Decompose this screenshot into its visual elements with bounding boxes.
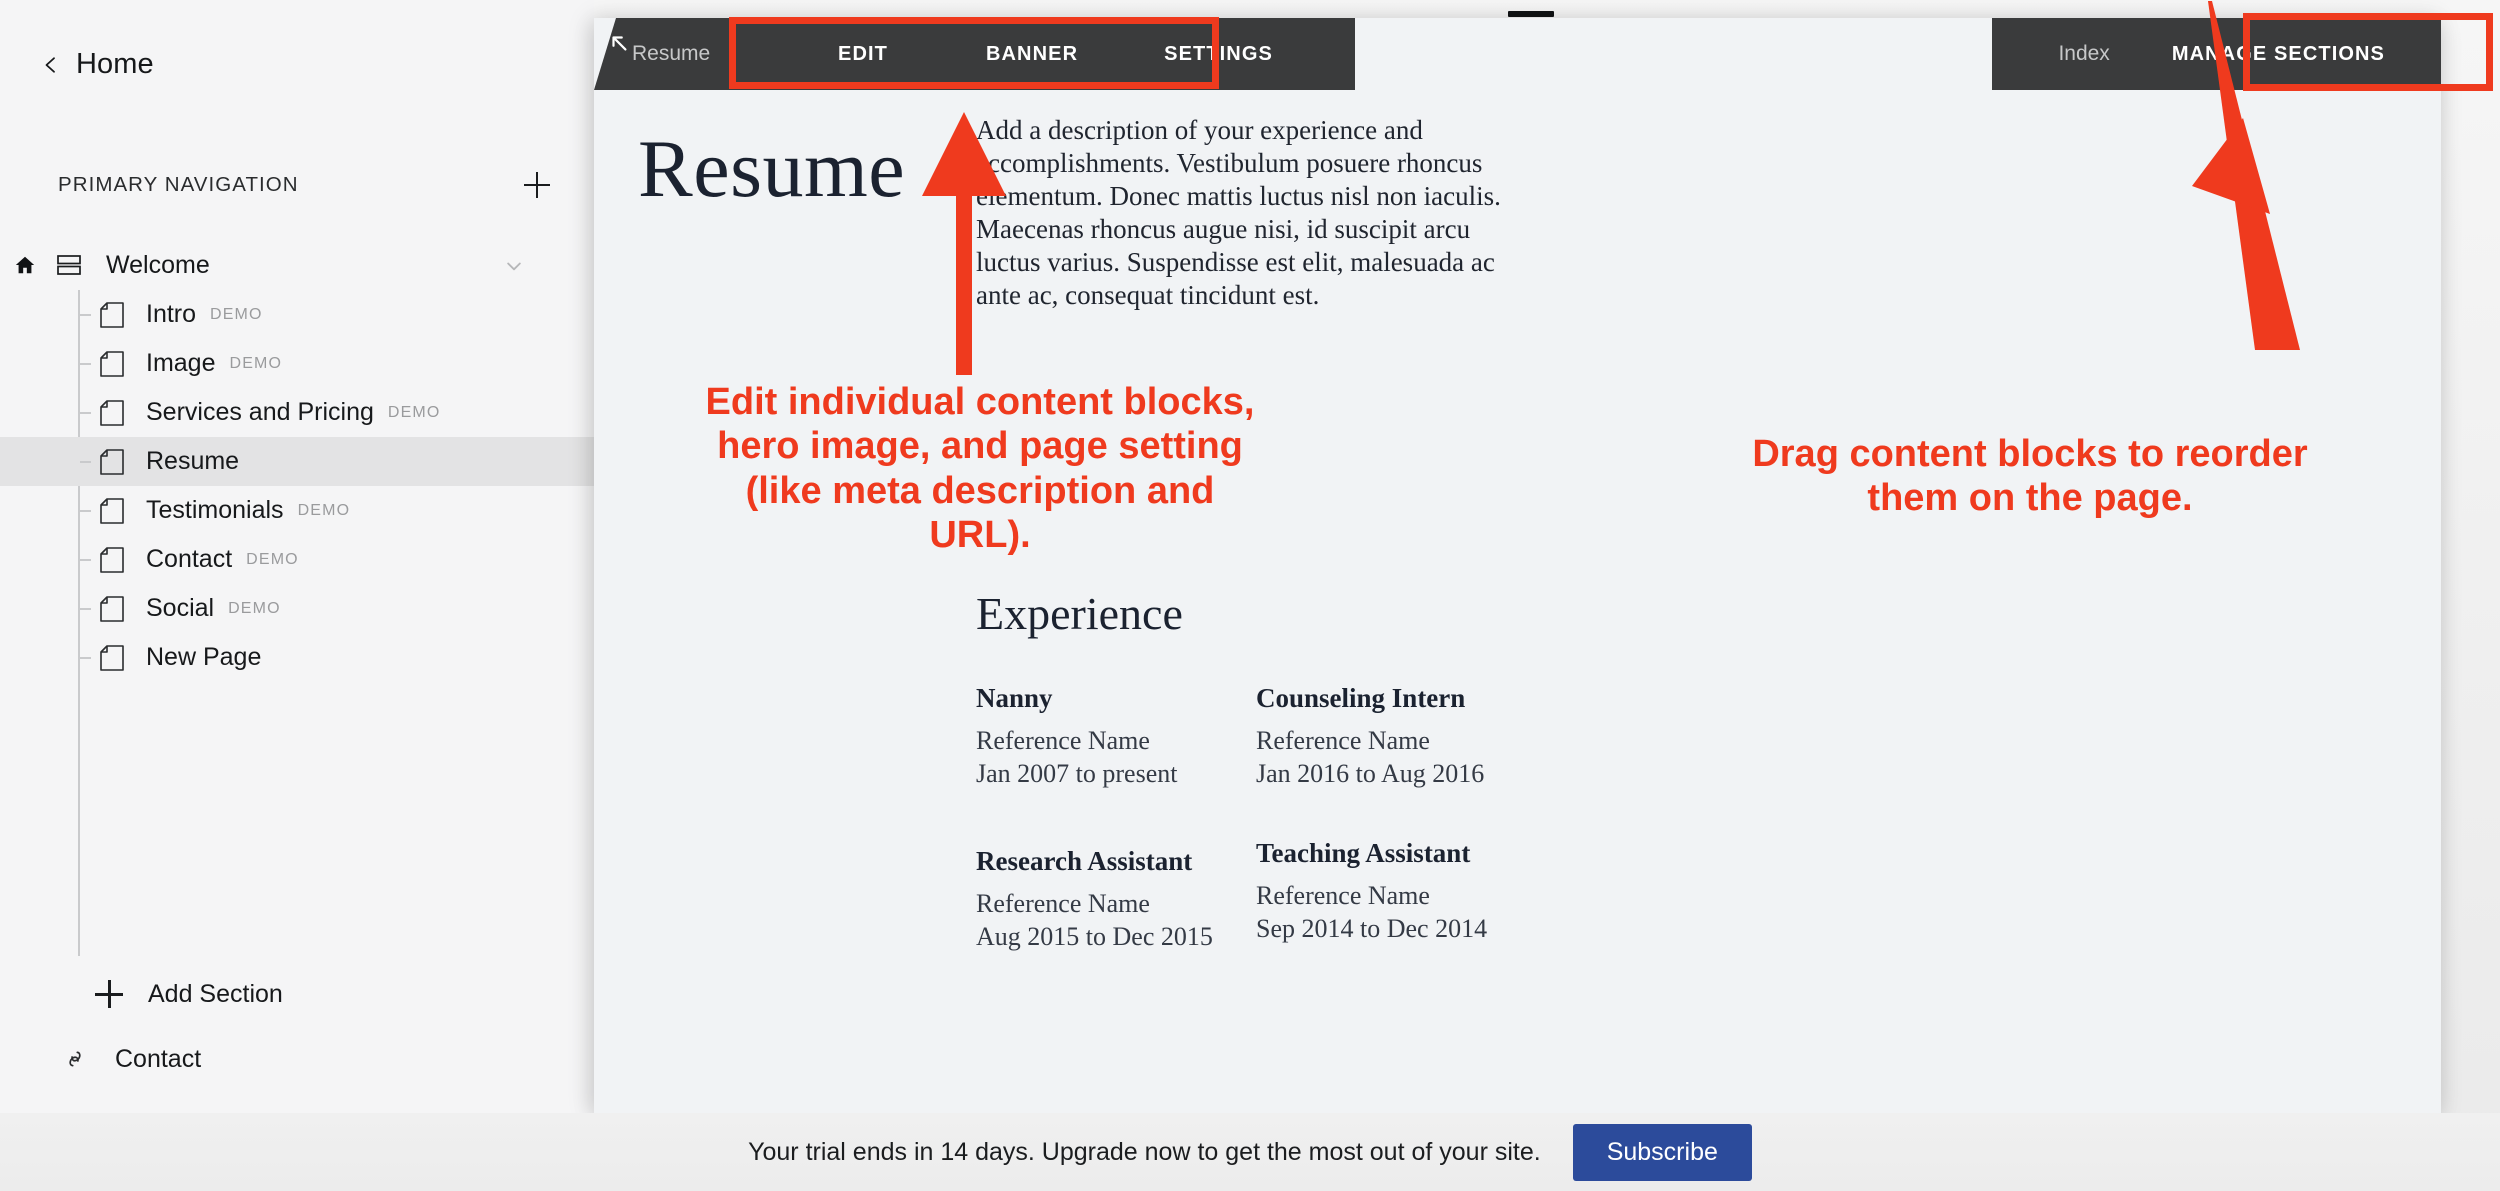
plus-icon — [95, 980, 123, 1008]
page-icon — [100, 399, 124, 426]
page-icon — [100, 448, 124, 475]
experience-reference: Reference Name — [1256, 881, 1430, 910]
sidebar-item-label: Services and Pricing — [146, 398, 374, 426]
experience-column-right: Counseling Intern Reference Name Jan 2016 … — [1256, 683, 1536, 1009]
page-title: Resume — [638, 123, 906, 214]
experience-dates: Sep 2014 to Dec 2014 — [1256, 914, 1488, 943]
annotation-text-right: Drag content blocks to reorder them on t… — [1752, 433, 2308, 520]
demo-badge: DEMO — [228, 599, 281, 617]
chevron-down-icon[interactable] — [504, 256, 524, 276]
tree-tick — [80, 412, 91, 414]
page-icon — [100, 350, 124, 377]
sidebar-item-social[interactable]: Social DEMO — [0, 584, 594, 633]
index-label: Index — [2058, 42, 2110, 65]
page-icon — [100, 301, 124, 328]
sidebar-item-resume[interactable]: Resume — [0, 437, 594, 486]
sidebar-item-label: Social — [146, 594, 215, 622]
preview-toolbar-right: Index MANAGE SECTIONS — [1992, 18, 2441, 90]
experience-entry: Counseling Intern Reference Name Jan 2016 … — [1256, 683, 1536, 790]
window-drag-handle[interactable] — [1508, 11, 1554, 17]
link-icon — [62, 1046, 88, 1072]
tree-tick — [80, 608, 91, 610]
experience-entry: Nanny Reference Name Jan 2007 to present — [976, 683, 1256, 790]
sidebar-item-contact-link-label: Contact — [115, 1044, 202, 1073]
experience-title: Nanny — [976, 683, 1053, 713]
experience-reference: Reference Name — [976, 889, 1150, 918]
add-page-button[interactable] — [524, 172, 550, 198]
experience-reference: Reference Name — [976, 726, 1150, 755]
banner-button[interactable]: BANNER — [986, 43, 1078, 66]
page-icon — [100, 644, 124, 671]
sidebar-item-label: New Page — [146, 643, 262, 671]
tree-tick — [80, 657, 91, 659]
sidebar-item-label: Resume — [146, 447, 240, 475]
page-icon — [100, 595, 124, 622]
demo-badge: DEMO — [246, 550, 299, 568]
experience-dates: Jan 2016 to Aug 2016 — [1256, 759, 1485, 788]
sidebar-item-services-and-pricing[interactable]: Services and Pricing DEMO — [0, 388, 594, 437]
demo-badge: DEMO — [387, 403, 441, 421]
sidebar-item-welcome[interactable]: Welcome — [0, 240, 594, 290]
page-tab-label: Resume — [632, 42, 711, 65]
sidebar-item-welcome-label: Welcome — [106, 250, 210, 279]
demo-badge: DEMO — [210, 305, 263, 323]
page-tree: Intro DEMO Image DEMO Services and Pricing… — [0, 290, 594, 956]
tree-tick — [80, 559, 91, 561]
demo-badge: DEMO — [229, 354, 283, 372]
settings-button[interactable]: SETTINGS — [1164, 43, 1273, 66]
experience-heading: Experience — [976, 588, 1183, 639]
back-to-home-button[interactable]: Home — [42, 48, 154, 81]
tree-tick — [80, 363, 91, 365]
sidebar-item-contact[interactable]: Contact DEMO — [0, 535, 594, 584]
sidebar: Home PRIMARY NAVIGATION Welcome Intro DE… — [0, 0, 594, 1113]
page-icon — [100, 497, 124, 524]
demo-badge: DEMO — [297, 501, 351, 519]
trial-message: Your trial ends in 14 days. Upgrade now … — [748, 1137, 1541, 1166]
add-section-button[interactable]: Add Section — [0, 970, 594, 1018]
back-to-home-label: Home — [76, 48, 154, 80]
page-tab[interactable]: Resume — [594, 18, 734, 90]
toolbar-action-group: EDIT BANNER SETTINGS — [734, 18, 1355, 90]
manage-sections-button[interactable]: MANAGE SECTIONS — [2172, 43, 2385, 66]
experience-entry: Research Assistant Reference Name Aug 2015… — [976, 846, 1256, 953]
experience-reference: Reference Name — [1256, 726, 1430, 755]
sidebar-item-label: Contact — [146, 545, 233, 573]
tree-tick — [80, 461, 91, 463]
preview-toolbar-left: Resume EDIT BANNER SETTINGS — [594, 18, 1355, 90]
back-arrow-icon — [612, 36, 627, 51]
description-text: Add a description of your experience and… — [976, 115, 1501, 310]
sidebar-item-image[interactable]: Image DEMO — [0, 339, 594, 388]
chevron-left-icon — [45, 56, 55, 73]
subscribe-button[interactable]: Subscribe — [1572, 1123, 1752, 1181]
site-preview-panel: Resume EDIT BANNER SETTINGS Index MANAGE… — [594, 18, 2441, 1113]
sidebar-item-new-page[interactable]: New Page — [0, 633, 594, 682]
experience-entry: Teaching Assistant Reference Name Sep 2014… — [1256, 838, 1536, 945]
add-section-label: Add Section — [148, 979, 283, 1008]
primary-navigation-title: PRIMARY NAVIGATION — [58, 173, 299, 196]
experience-title: Counseling Intern — [1256, 683, 1466, 713]
index-stack-icon — [56, 252, 82, 278]
experience-dates: Jan 2007 to present — [976, 759, 1178, 788]
sidebar-item-contact-link[interactable]: Contact — [0, 1035, 594, 1083]
tree-tick — [80, 314, 91, 316]
annotation-text-left: Edit individual content blocks, hero ima… — [705, 381, 1255, 557]
experience-title: Research Assistant — [976, 846, 1193, 876]
trial-banner: Your trial ends in 14 days. Upgrade now … — [0, 1113, 2500, 1191]
experience-block[interactable]: Nanny Reference Name Jan 2007 to present Re… — [976, 683, 1876, 1009]
sidebar-item-intro[interactable]: Intro DEMO — [0, 290, 594, 339]
home-icon — [14, 254, 36, 276]
experience-dates: Aug 2015 to Dec 2015 — [976, 922, 1213, 951]
sidebar-item-testimonials[interactable]: Testimonials DEMO — [0, 486, 594, 535]
tree-tick — [80, 510, 91, 512]
experience-title: Teaching Assistant — [1256, 838, 1471, 868]
experience-column-left: Nanny Reference Name Jan 2007 to present Re… — [976, 683, 1256, 1009]
page-icon — [100, 546, 124, 573]
app-root: Home PRIMARY NAVIGATION Welcome Intro DE… — [0, 0, 2500, 1191]
description-block[interactable]: Add a description of your experience and… — [976, 114, 1536, 312]
primary-navigation-header: PRIMARY NAVIGATION — [58, 172, 558, 198]
sidebar-item-label: Intro — [146, 300, 197, 328]
sidebar-item-label: Testimonials — [146, 496, 284, 524]
edit-button[interactable]: EDIT — [838, 43, 888, 66]
sidebar-item-label: Image — [146, 349, 216, 377]
